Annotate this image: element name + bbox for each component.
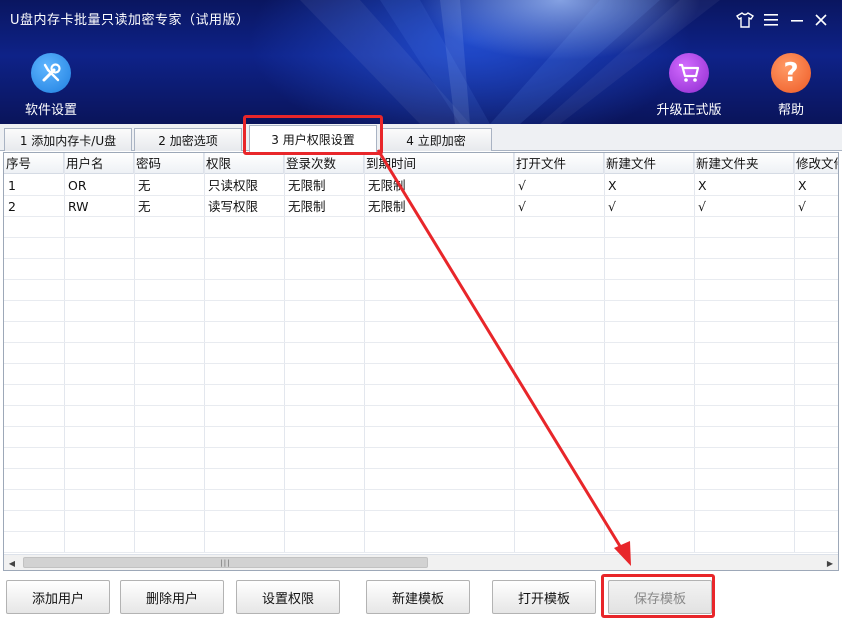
- window-title: U盘内存卡批量只读加密专家（试用版）: [10, 13, 250, 28]
- cell-new-file: X: [608, 178, 617, 193]
- scrollbar-thumb[interactable]: |||: [23, 557, 428, 568]
- tab-highlight-box: [243, 115, 383, 155]
- tab-encrypt-options[interactable]: 2 加密选项: [134, 128, 242, 151]
- scroll-right-arrow-icon[interactable]: ▶: [822, 555, 838, 570]
- software-settings-button[interactable]: 软件设置: [16, 53, 86, 118]
- col-header-password[interactable]: 密码: [134, 153, 204, 174]
- close-button[interactable]: [810, 8, 832, 32]
- upgrade-label: 升级正式版: [656, 103, 722, 118]
- cell-login-count: 无限制: [288, 178, 326, 193]
- cell-index: 1: [8, 178, 16, 193]
- help-button[interactable]: ? 帮助: [765, 53, 817, 118]
- cell-new-folder: X: [698, 178, 707, 193]
- col-header-modify-file[interactable]: 修改文件: [794, 153, 838, 174]
- cell-username: OR: [68, 178, 87, 193]
- col-header-username[interactable]: 用户名: [64, 153, 134, 174]
- add-user-button[interactable]: 添加用户: [6, 580, 110, 614]
- minimize-button[interactable]: [786, 8, 808, 32]
- scroll-left-arrow-icon[interactable]: ◀: [4, 555, 20, 570]
- cell-expiry: 无限制: [368, 178, 406, 193]
- cell-modify-file: X: [798, 178, 807, 193]
- cell-login-count: 无限制: [288, 199, 326, 214]
- col-header-new-file[interactable]: 新建文件: [604, 153, 694, 174]
- new-template-button[interactable]: 新建模板: [366, 580, 470, 614]
- cell-index: 2: [8, 199, 16, 214]
- upgrade-button[interactable]: 升级正式版: [650, 53, 728, 118]
- col-header-login-count[interactable]: 登录次数: [284, 153, 364, 174]
- horizontal-scrollbar[interactable]: ◀ ||| ▶: [4, 554, 838, 570]
- col-header-permission[interactable]: 权限: [204, 153, 284, 174]
- cell-password: 无: [138, 199, 151, 214]
- table-header-row: 序号 用户名 密码 权限 登录次数 到期时间 打开文件 新建文件 新建文件夹 修…: [4, 153, 838, 174]
- cell-username: RW: [68, 199, 89, 214]
- cell-new-file: √: [608, 199, 616, 214]
- col-header-open-file[interactable]: 打开文件: [514, 153, 604, 174]
- shopping-cart-icon: [679, 63, 700, 82]
- cell-modify-file: √: [798, 199, 806, 214]
- cell-new-folder: √: [698, 199, 706, 214]
- help-icon: ?: [771, 53, 811, 93]
- tab-add-card[interactable]: 1 添加内存卡/U盘: [4, 128, 132, 151]
- tab-bar: 1 添加内存卡/U盘 2 加密选项 3 用户权限设置 4 立即加密: [0, 124, 842, 152]
- upgrade-circle: [669, 53, 709, 93]
- cell-open-file: √: [518, 199, 526, 214]
- grip-icon: |||: [220, 558, 231, 567]
- col-header-expiry[interactable]: 到期时间: [364, 153, 514, 174]
- user-permission-table[interactable]: 序号 用户名 密码 权限 登录次数 到期时间 打开文件 新建文件 新建文件夹 修…: [3, 152, 839, 571]
- minimize-icon: [791, 20, 803, 22]
- col-header-new-folder[interactable]: 新建文件夹: [694, 153, 794, 174]
- cell-permission: 读写权限: [208, 199, 259, 214]
- skin-button[interactable]: [734, 8, 756, 32]
- wrench-screwdriver-icon: [42, 63, 61, 82]
- cell-open-file: √: [518, 178, 526, 193]
- save-highlight-box: [601, 574, 715, 618]
- help-label: 帮助: [777, 103, 804, 118]
- tshirt-icon: [736, 12, 754, 28]
- header-banner: U盘内存卡批量只读加密专家（试用版） 软件设置 升级正式版 ? 帮助: [0, 0, 842, 124]
- menu-button[interactable]: [760, 8, 782, 32]
- set-permission-button[interactable]: 设置权限: [236, 580, 340, 614]
- hamburger-icon: [764, 14, 778, 26]
- close-icon: [815, 14, 827, 26]
- cell-password: 无: [138, 178, 151, 193]
- settings-label: 软件设置: [24, 103, 77, 118]
- col-header-index[interactable]: 序号: [4, 153, 64, 174]
- cell-expiry: 无限制: [368, 199, 406, 214]
- open-template-button[interactable]: 打开模板: [492, 580, 596, 614]
- tab-encrypt-now[interactable]: 4 立即加密: [380, 128, 492, 151]
- delete-user-button[interactable]: 删除用户: [120, 580, 224, 614]
- settings-circle: [31, 53, 71, 93]
- cell-permission: 只读权限: [208, 178, 259, 193]
